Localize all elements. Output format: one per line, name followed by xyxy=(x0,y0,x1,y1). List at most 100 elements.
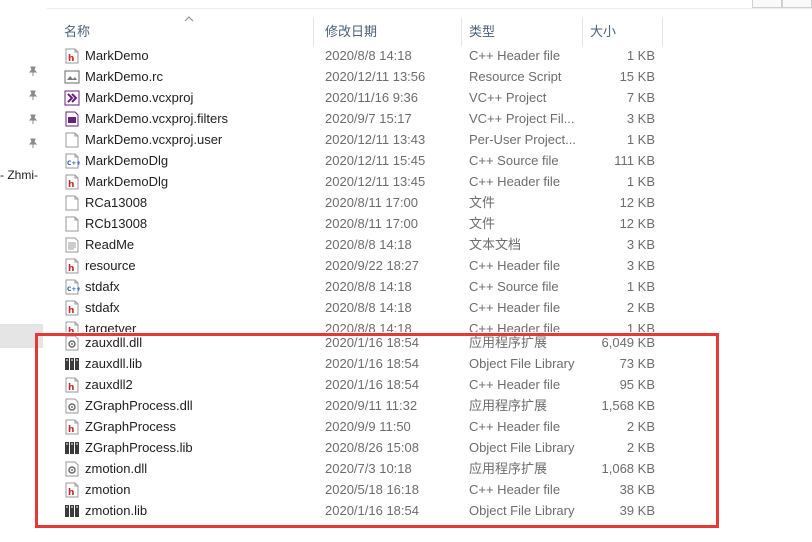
file-size: 15 KB xyxy=(619,69,655,84)
file-row[interactable]: h targetver 2020/8/8 14:18 C++ Header file 1… xyxy=(48,318,812,332)
file-row[interactable]: h MarkDemo 2020/8/8 14:18 C++ Header file 1 … xyxy=(48,45,812,66)
file-row[interactable]: h stdafx 2020/8/8 14:18 C++ Header file 2 KB xyxy=(48,297,812,318)
filters-file-icon xyxy=(64,111,80,127)
dll-file-icon xyxy=(64,335,80,351)
file-row[interactable]: ZGraphProcess.dll 2020/9/11 11:32 应用程序扩展 1,… xyxy=(48,395,812,416)
file-row[interactable]: h MarkDemoDlg 2020/12/11 13:45 C++ Header f… xyxy=(48,171,812,192)
svg-text:h: h xyxy=(68,488,74,498)
file-name: MarkDemo xyxy=(85,48,149,63)
file-date: 2020/1/16 18:54 xyxy=(325,377,419,392)
file-size: 1,068 KB xyxy=(601,461,656,476)
file-row[interactable]: MarkDemo.vcxproj.filters 2020/9/7 15:17 VC… xyxy=(48,108,812,129)
minimize-button[interactable] xyxy=(752,0,782,8)
column-header-size[interactable]: 大小 xyxy=(590,18,663,46)
file-size: 7 KB xyxy=(626,90,655,105)
file-type: Per-User Project... xyxy=(469,132,576,147)
file-row[interactable]: MarkDemo.rc 2020/12/11 13:56 Resource Scri… xyxy=(48,66,812,87)
file-date: 2020/8/8 14:18 xyxy=(325,237,412,252)
file-row[interactable]: h resource 2020/9/22 18:27 C++ Header file 3… xyxy=(48,255,812,276)
file-type: C++ Source file xyxy=(469,279,559,294)
text-file-icon xyxy=(64,237,80,253)
file-type: C++ Source file xyxy=(469,153,559,168)
pin-icon[interactable] xyxy=(28,66,38,76)
file-row[interactable]: MarkDemo.vcxproj 2020/11/16 9:36 VC++ Proj… xyxy=(48,87,812,108)
file-size: 2 KB xyxy=(626,300,655,315)
file-type: 文本文档 xyxy=(469,237,522,252)
file-row[interactable]: zmotion.dll 2020/7/3 10:18 应用程序扩展 1,068 KB xyxy=(48,458,812,479)
file-type: Resource Script xyxy=(469,69,562,84)
file-name: ZGraphProcess.lib xyxy=(85,440,193,455)
column-headers: 名称 修改日期 类型 大小 xyxy=(48,16,812,46)
nav-item-label[interactable]: - Zhmi- xyxy=(0,168,38,182)
h-file-icon: h xyxy=(64,419,80,435)
file-size: 2 KB xyxy=(626,440,655,455)
file-row[interactable]: ZGraphProcess.lib 2020/8/26 15:08 Object F… xyxy=(48,437,812,458)
file-type: VC++ Project xyxy=(469,90,547,105)
svg-text:h: h xyxy=(68,180,74,190)
file-name: ReadMe xyxy=(85,237,135,252)
blank-file-icon xyxy=(64,216,80,232)
file-size: 3 KB xyxy=(626,258,655,273)
file-size: 6,049 KB xyxy=(601,335,656,350)
file-size: 1 KB xyxy=(626,132,655,147)
nav-selected-item[interactable] xyxy=(0,324,43,348)
file-type: C++ Header file xyxy=(469,377,561,392)
file-name: MarkDemo.vcxproj.user xyxy=(85,132,223,147)
file-date: 2020/12/11 15:45 xyxy=(325,153,426,168)
file-row[interactable]: MarkDemo.vcxproj.user 2020/12/11 13:43 Per… xyxy=(48,129,812,150)
column-header-type[interactable]: 类型 xyxy=(469,18,583,46)
file-type: 应用程序扩展 xyxy=(469,461,548,476)
file-date: 2020/12/11 13:56 xyxy=(325,69,426,84)
pin-icon[interactable] xyxy=(28,90,38,100)
file-row[interactable]: h zmotion 2020/5/18 16:18 C++ Header file 38… xyxy=(48,479,812,500)
file-type: C++ Header file xyxy=(469,174,561,189)
file-date: 2020/9/11 11:32 xyxy=(325,398,418,413)
file-type: 文件 xyxy=(469,195,496,210)
file-name: RCa13008 xyxy=(85,195,148,210)
file-row[interactable]: RCa13008 2020/8/11 17:00 文件 12 KB xyxy=(48,192,812,213)
lib-file-icon xyxy=(64,356,80,372)
navigation-pane: - Zhmi- xyxy=(0,8,47,542)
file-type: C++ Header file xyxy=(469,48,561,63)
column-header-name[interactable]: 名称 xyxy=(64,18,314,46)
file-type: Object File Library xyxy=(469,503,575,518)
maximize-button[interactable] xyxy=(782,0,812,8)
file-row[interactable]: C++ stdafx 2020/8/8 14:18 C++ Source file 1 … xyxy=(48,276,812,297)
file-date: 2020/8/8 14:18 xyxy=(325,300,412,315)
file-type: C++ Header file xyxy=(469,258,561,273)
file-name: MarkDemo.rc xyxy=(85,69,164,84)
cpp-file-icon: C++ xyxy=(64,153,81,169)
file-row[interactable]: h zauxdll2 2020/1/16 18:54 C++ Header file 9… xyxy=(48,374,812,395)
file-date: 2020/1/16 18:54 xyxy=(325,503,419,518)
file-row[interactable]: zmotion.lib 2020/1/16 18:54 Object File Li… xyxy=(48,500,812,521)
file-name: zmotion xyxy=(85,482,131,497)
file-name: zmotion.dll xyxy=(85,461,148,476)
column-header-date[interactable]: 修改日期 xyxy=(325,18,462,46)
file-name: zauxdll.dll xyxy=(85,335,143,350)
file-row[interactable]: zauxdll.lib 2020/1/16 18:54 Object File Li… xyxy=(48,353,812,374)
file-size: 1,568 KB xyxy=(601,398,656,413)
pin-icon[interactable] xyxy=(28,138,38,148)
file-size: 1 KB xyxy=(626,279,655,294)
file-type: C++ Header file xyxy=(469,482,561,497)
file-name: MarkDemoDlg xyxy=(85,174,169,189)
file-row[interactable]: zauxdll.dll 2020/1/16 18:54 应用程序扩展 6,049 KB xyxy=(48,332,812,353)
file-row[interactable]: C++ MarkDemoDlg 2020/12/11 15:45 C++ Source… xyxy=(48,150,812,171)
file-row[interactable]: h ZGraphProcess 2020/9/9 11:50 C++ Header f… xyxy=(48,416,812,437)
file-size: 2 KB xyxy=(626,419,655,434)
file-size: 95 KB xyxy=(619,377,655,392)
file-list: h MarkDemo 2020/8/8 14:18 C++ Header file 1 … xyxy=(48,45,812,521)
file-size: 12 KB xyxy=(619,195,655,210)
file-name: resource xyxy=(85,258,136,273)
svg-text:h: h xyxy=(68,306,74,316)
file-date: 2020/11/16 9:36 xyxy=(325,90,419,105)
file-row[interactable]: ReadMe 2020/8/8 14:18 文本文档 3 KB xyxy=(48,234,812,255)
file-row[interactable]: RCb13008 2020/8/11 17:00 文件 12 KB xyxy=(48,213,812,234)
pin-icon[interactable] xyxy=(28,114,38,124)
file-name: MarkDemo.vcxproj xyxy=(85,90,194,105)
file-size: 111 KB xyxy=(614,153,655,168)
h-file-icon: h xyxy=(64,174,80,190)
file-type: Object File Library xyxy=(469,440,575,455)
file-name: zauxdll2 xyxy=(85,377,133,392)
svg-text:h: h xyxy=(68,383,74,393)
